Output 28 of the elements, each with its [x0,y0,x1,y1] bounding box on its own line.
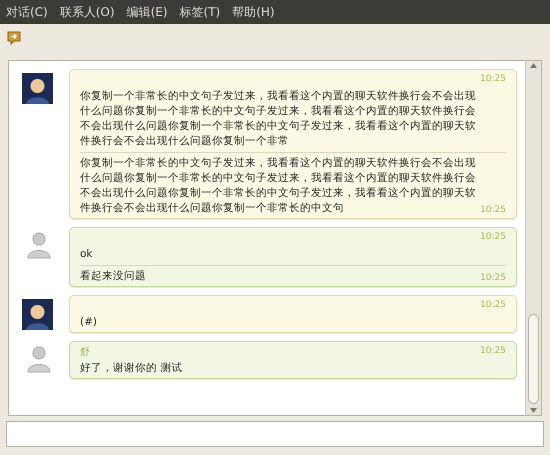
menu-item[interactable]: 联系人(O) [60,3,115,21]
timestamp: 10:25 [480,299,506,312]
scroll-up-icon[interactable] [530,63,537,68]
avatar-icon [22,299,52,330]
message-text: (#) [80,315,98,330]
avatar-icon [22,73,52,104]
scrollbar[interactable] [525,61,541,415]
menu-item[interactable]: 标签(T) [180,3,220,21]
message-input[interactable] [6,421,544,447]
menu-item[interactable]: 帮助(H) [232,3,275,21]
timestamp: 10:25 [480,231,506,244]
person-icon [27,345,51,373]
message-text: 看起来没问题 [80,269,147,284]
scrollbar-thumb[interactable] [528,314,539,404]
menu-item[interactable]: 对话(C) [6,3,48,21]
message-text: 你复制一个非常长的中文句子发过来，我看看这个内置的聊天软件换行会不会出现什么问题你复制一个非常长的中文句子发过来，我看看这个内置的聊天软件换行会不会出现什么问题你复制一个非常长的中文句子发过来，我看看这个内置的聊天软件换行会不会出现什么问题你复制一个非常长的中文句 [80,156,476,216]
scroll-down-icon[interactable] [530,408,537,413]
message-text: 你复制一个非常长的中文句子发过来，我看看这个内置的聊天软件换行会不会出现什么问题你复制一个非常长的中文句子发过来，我看看这个内置的聊天软件换行会不会出现什么问题你复制一个非常长的中文句子发过来，我看看这个内置的聊天软件换行会不会出现什么问题你复制一个非常 [80,89,476,149]
menu-item[interactable]: 编辑(E) [126,3,168,21]
message-text: ok [80,247,94,262]
timestamp: 10:25 [480,73,506,86]
message-text: 好了，谢谢你的 测试 [80,361,184,376]
sender-name: 舒 [80,346,90,360]
timestamp: 10:25 [480,272,506,284]
person-icon [27,231,51,259]
chat-icon[interactable] [6,30,22,46]
timestamp: 10:25 [480,345,506,358]
timestamp: 10:25 [480,204,506,216]
